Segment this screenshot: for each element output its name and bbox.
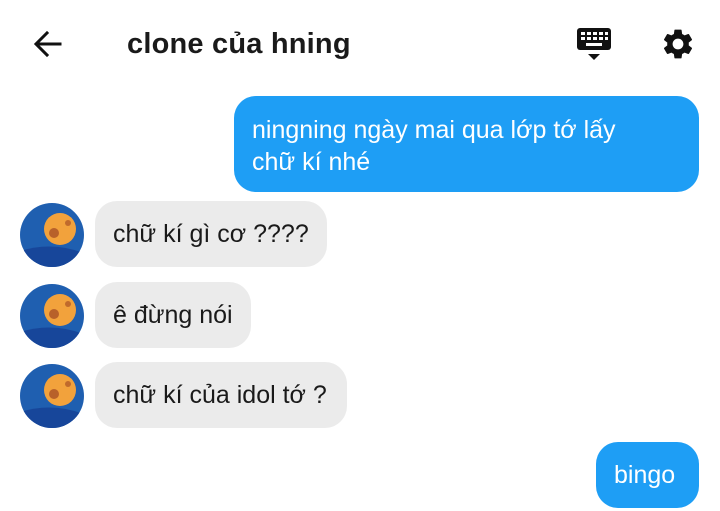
avatar[interactable] (20, 203, 84, 267)
keyboard-icon (577, 28, 611, 60)
avatar[interactable] (20, 284, 84, 348)
message-text-line: chữ kí nhé (252, 148, 371, 176)
message-bubble-incoming[interactable]: chữ kí của idol tớ ? (95, 362, 347, 428)
message-bubble-outgoing[interactable]: ningning ngày mai qua lớp tớ lấy chữ kí … (234, 96, 699, 192)
avatar[interactable] (20, 364, 84, 428)
message-text: ê đừng nói (113, 301, 233, 329)
chat-header: clone của hning (0, 0, 720, 88)
message-bubble-incoming[interactable]: chữ kí gì cơ ???? (95, 201, 327, 267)
gear-icon (663, 29, 693, 59)
message-bubble-incoming[interactable]: ê đừng nói (95, 282, 251, 348)
message-text-line: ningning ngày mai qua lớp tớ lấy (252, 116, 616, 144)
settings-button[interactable] (655, 22, 701, 66)
message-text: chữ kí của idol tớ ? (113, 381, 327, 409)
back-button[interactable] (28, 24, 68, 64)
message-bubble-outgoing[interactable]: bingo (596, 442, 699, 508)
keyboard-button[interactable] (570, 22, 618, 66)
message-text: bingo (614, 461, 676, 489)
message-text: chữ kí gì cơ ???? (113, 220, 309, 248)
chat-title: clone của hning (127, 28, 351, 60)
arrow-left-icon (33, 30, 62, 58)
